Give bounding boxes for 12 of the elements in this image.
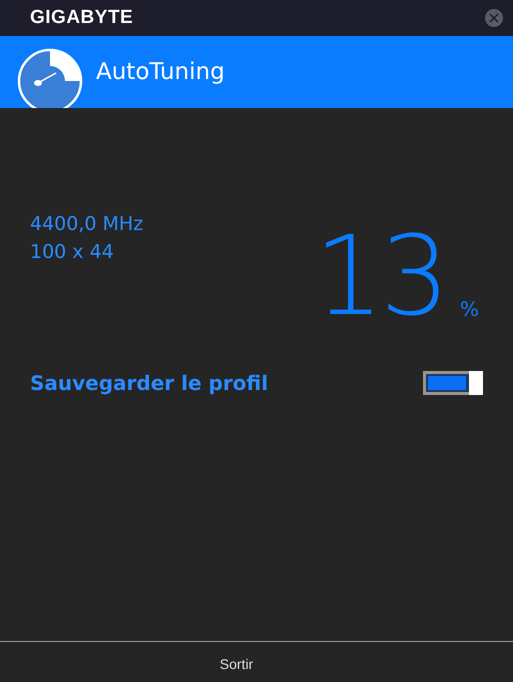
save-profile-label: Sauvegarder le profil (30, 371, 268, 395)
progress-value: 13 (314, 221, 446, 331)
percent-unit: % (460, 297, 479, 321)
reading-text: 100 x 44 (30, 241, 115, 263)
save-profile-toggle[interactable] (423, 371, 483, 395)
close-button[interactable] (485, 9, 503, 27)
exit-button[interactable]: Sortir (220, 656, 254, 672)
window-title: GIGABYTE (30, 7, 134, 29)
close-icon (488, 12, 500, 24)
reading-text: 4400,0 MHz (30, 213, 144, 235)
speedometer-icon (16, 47, 84, 108)
page-title: AutoTuning (96, 59, 225, 85)
